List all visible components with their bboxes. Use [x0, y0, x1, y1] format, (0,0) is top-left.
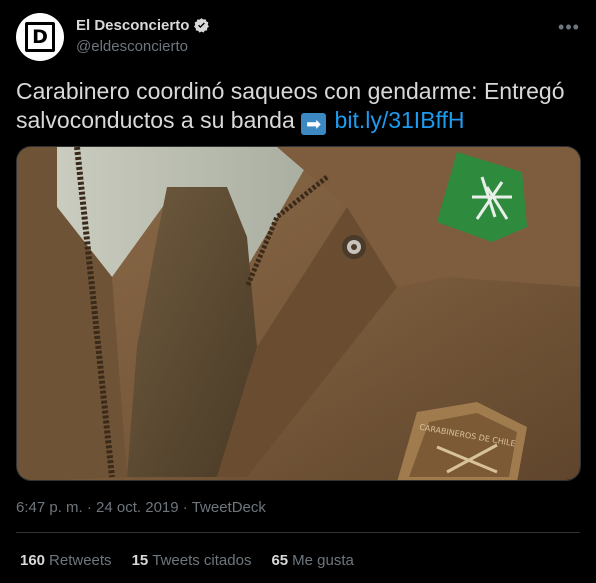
- quote-tweets-stat[interactable]: 15 Tweets citados: [132, 552, 252, 569]
- tweet-source[interactable]: TweetDeck: [192, 499, 266, 516]
- tweet-link[interactable]: bit.ly/31IBffH: [335, 107, 465, 133]
- right-arrow-emoji-icon: ➡: [301, 113, 327, 135]
- tweet-meta: 6:47 p. m. · 24 oct. 2019 · TweetDeck: [16, 499, 266, 516]
- avatar-logo: D: [25, 22, 55, 52]
- avatar[interactable]: D: [16, 13, 64, 61]
- tweet-media-image[interactable]: CARABINEROS DE CHILE: [16, 146, 581, 481]
- likes-stat[interactable]: 65 Me gusta: [271, 552, 353, 569]
- tweet-date[interactable]: 24 oct. 2019: [96, 499, 179, 516]
- verified-badge-icon: [194, 18, 210, 33]
- tweet-text: Carabinero coordinó saqueos con gendarme…: [16, 77, 576, 135]
- display-name[interactable]: El Desconcierto: [76, 17, 189, 34]
- tweet-time[interactable]: 6:47 p. m.: [16, 499, 83, 516]
- tweet-text-line2: salvoconductos a su banda: [16, 107, 295, 133]
- author-row: El Desconcierto: [76, 17, 210, 34]
- uniform-photo: CARABINEROS DE CHILE: [17, 147, 580, 480]
- handle[interactable]: @eldesconcierto: [76, 38, 188, 55]
- tweet-stats: 160 Retweets 15 Tweets citados 65 Me gusta: [20, 552, 374, 569]
- tweet-text-line1: Carabinero coordinó saqueos con gendarme…: [16, 78, 565, 104]
- divider: [16, 532, 580, 533]
- more-horizontal-icon[interactable]: •••: [554, 12, 584, 42]
- retweets-stat[interactable]: 160 Retweets: [20, 552, 112, 569]
